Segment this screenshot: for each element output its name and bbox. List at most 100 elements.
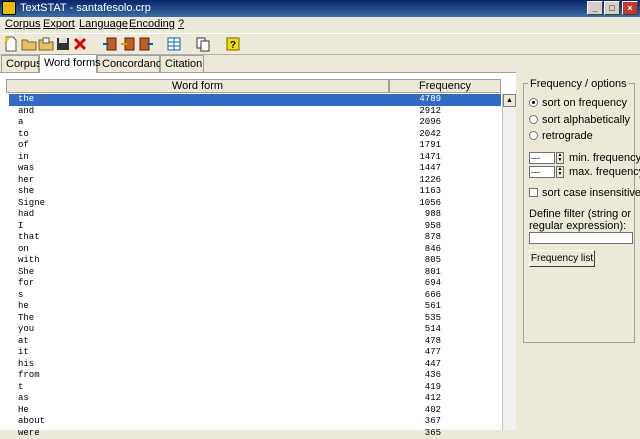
help-icon[interactable]: ?: [225, 36, 241, 52]
tab-word-forms[interactable]: Word forms: [39, 54, 97, 73]
table-row[interactable]: you514: [9, 324, 501, 336]
frequency-cell: 2912: [419, 106, 441, 116]
frequency-cell: 367: [425, 416, 441, 426]
frequency-cell: 447: [425, 359, 441, 369]
word-cell: a: [18, 117, 23, 127]
table-row[interactable]: She801: [9, 267, 501, 279]
menu-export[interactable]: Export: [43, 18, 75, 30]
menu-help[interactable]: ?: [178, 18, 184, 30]
frequency-cell: 561: [425, 301, 441, 311]
frequency-cell: 2096: [419, 117, 441, 127]
table-row[interactable]: the4789: [9, 94, 501, 106]
frequency-cell: 1163: [419, 186, 441, 196]
copy-icon[interactable]: [195, 36, 211, 52]
table-row[interactable]: t419: [9, 382, 501, 394]
table-row[interactable]: The535: [9, 313, 501, 325]
table-row[interactable]: was1447: [9, 163, 501, 175]
frequency-cell: 477: [425, 347, 441, 357]
delete-icon[interactable]: [72, 36, 88, 52]
min-frequency-input[interactable]: ---: [529, 152, 555, 164]
table-row[interactable]: she 1163: [9, 186, 501, 198]
table-row[interactable]: s666: [9, 290, 501, 302]
table-row[interactable]: and2912: [9, 106, 501, 118]
table-row[interactable]: for694: [9, 278, 501, 290]
frequency-cell: 878: [425, 232, 441, 242]
frequency-list-button[interactable]: Frequency list: [529, 250, 595, 267]
filter-input[interactable]: [529, 232, 633, 244]
menu-corpus[interactable]: Corpus: [5, 18, 40, 30]
max-frequency-input[interactable]: ---: [529, 166, 555, 178]
table-row[interactable]: He402: [9, 405, 501, 417]
sort-frequency-radio[interactable]: [529, 98, 538, 107]
table-icon[interactable]: [166, 36, 182, 52]
filter-label: Define filter (string or regular express…: [529, 208, 633, 232]
word-cell: as: [18, 393, 29, 403]
frequency-cell: 1471: [419, 152, 441, 162]
new-file-icon[interactable]: [3, 36, 19, 52]
minimize-button[interactable]: _: [587, 1, 603, 15]
case-insensitive-label: sort case insensitive: [542, 187, 640, 199]
tab-citation[interactable]: Citation: [160, 55, 204, 72]
table-row[interactable]: Signe1056: [9, 198, 501, 210]
frequency-cell: 1791: [419, 140, 441, 150]
table-row[interactable]: to2042: [9, 129, 501, 141]
sort-alpha-radio[interactable]: [529, 115, 538, 124]
word-cell: to: [18, 129, 29, 139]
table-row[interactable]: at478: [9, 336, 501, 348]
table-row[interactable]: her1226: [9, 175, 501, 187]
table-row[interactable]: he561: [9, 301, 501, 313]
table-row[interactable]: with 805: [9, 255, 501, 267]
table-row[interactable]: his 447: [9, 359, 501, 371]
table-row[interactable]: as412: [9, 393, 501, 405]
open-file-icon[interactable]: [38, 36, 54, 52]
table-row[interactable]: in1471: [9, 152, 501, 164]
frequency-cell: 535: [425, 313, 441, 323]
title-bar: TextSTAT - santafesolo.crp _ □ ×: [0, 0, 640, 17]
save-icon[interactable]: [55, 36, 71, 52]
case-insensitive-checkbox[interactable]: [529, 188, 538, 197]
frequency-cell: 694: [425, 278, 441, 288]
export-icon[interactable]: [138, 36, 154, 52]
word-cell: from: [18, 370, 40, 380]
table-row[interactable]: about367: [9, 416, 501, 428]
word-cell: it: [18, 347, 29, 357]
table-row[interactable]: on846: [9, 244, 501, 256]
menu-language[interactable]: Language: [79, 18, 128, 30]
tab-bar: Corpus Word forms Concordance Citation: [0, 54, 640, 72]
word-cell: his: [18, 359, 34, 369]
window-title: TextSTAT - santafesolo.crp: [20, 2, 151, 14]
close-button[interactable]: ×: [622, 1, 638, 15]
table-row[interactable]: of 1791: [9, 140, 501, 152]
frequency-cell: 805: [425, 255, 441, 265]
scroll-up-icon[interactable]: ▲: [503, 94, 516, 107]
min-frequency-stepper-icon[interactable]: ▲▼: [556, 152, 564, 164]
import-icon[interactable]: [102, 36, 118, 52]
table-row[interactable]: from436: [9, 370, 501, 382]
maximize-button[interactable]: □: [604, 1, 620, 15]
table-row[interactable]: I958: [9, 221, 501, 233]
word-cell: of: [18, 140, 29, 150]
column-header-word-form[interactable]: Word form: [6, 79, 389, 93]
frequency-cell: 4789: [419, 94, 441, 104]
open-folder-icon[interactable]: [21, 36, 37, 52]
frequency-cell: 846: [425, 244, 441, 254]
import-web-icon[interactable]: [120, 36, 136, 52]
table-row[interactable]: it 477: [9, 347, 501, 359]
vertical-scrollbar[interactable]: ▲: [502, 94, 516, 430]
column-header-frequency[interactable]: Frequency: [389, 79, 501, 93]
menu-bar: Corpus Export Language Encoding ?: [0, 17, 640, 33]
frequency-cell: 1226: [419, 175, 441, 185]
table-row[interactable]: a 2096: [9, 117, 501, 129]
word-cell: with: [18, 255, 40, 265]
table-row[interactable]: had988: [9, 209, 501, 221]
tab-corpus[interactable]: Corpus: [1, 55, 39, 72]
table-row[interactable]: were365: [9, 428, 501, 439]
max-frequency-stepper-icon[interactable]: ▲▼: [556, 166, 564, 178]
menu-encoding[interactable]: Encoding: [129, 18, 175, 30]
tab-concordance[interactable]: Concordance: [97, 55, 160, 72]
word-cell: was: [18, 163, 34, 173]
table-row[interactable]: that878: [9, 232, 501, 244]
word-cell: she: [18, 186, 34, 196]
retrograde-radio[interactable]: [529, 131, 538, 140]
min-frequency-label: min. frequency: [569, 152, 640, 164]
